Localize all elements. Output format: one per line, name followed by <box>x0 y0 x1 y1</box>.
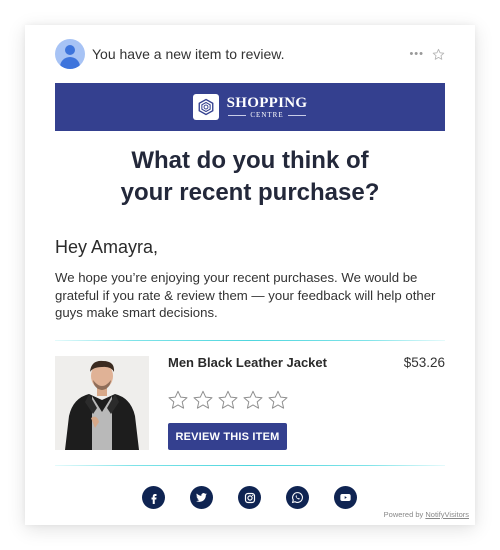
social-links <box>142 486 357 509</box>
star-outline-icon[interactable] <box>432 48 445 61</box>
avatar-person-icon <box>65 45 75 55</box>
avatar-person-body <box>60 57 80 69</box>
brand-rule-left <box>228 114 247 116</box>
rating-star-1-icon[interactable] <box>167 389 189 411</box>
product-image[interactable] <box>55 356 149 450</box>
brand-subtitle-row: CENTRE <box>227 111 308 120</box>
product-name: Men Black Leather Jacket <box>168 355 327 370</box>
hexagon-logo-icon <box>192 94 219 120</box>
rating-star-5-icon[interactable] <box>267 389 289 411</box>
divider-bottom <box>55 465 445 466</box>
product-price: $53.26 <box>403 355 445 370</box>
divider-top <box>55 340 445 341</box>
powered-prefix: Powered by <box>383 510 426 519</box>
review-item-button[interactable]: REVIEW THIS ITEM <box>168 423 287 450</box>
brand-subtitle: CENTRE <box>250 110 284 119</box>
instagram-icon[interactable] <box>238 486 261 509</box>
email-header: You have a new item to review. ••• <box>55 39 445 69</box>
facebook-icon[interactable] <box>142 486 165 509</box>
more-dots-icon[interactable]: ••• <box>409 48 424 60</box>
rating-star-2-icon[interactable] <box>192 389 214 411</box>
sender-avatar <box>55 39 85 69</box>
email-subject: You have a new item to review. <box>92 46 285 62</box>
powered-by: Powered by NotifyVisitors <box>384 510 469 519</box>
title-line-1: What do you think of <box>131 147 369 174</box>
rating-star-4-icon[interactable] <box>242 389 264 411</box>
rating-stars <box>167 389 289 411</box>
brand-banner: SHOPPING CENTRE <box>55 83 445 131</box>
header-actions: ••• <box>409 48 445 61</box>
body-paragraph: We hope you’re enjoying your recent purc… <box>55 270 436 320</box>
greeting: Hey Amayra, <box>55 237 159 257</box>
whatsapp-icon[interactable] <box>286 486 309 509</box>
brand-rule-right <box>287 114 306 116</box>
brand-name: SHOPPING <box>226 94 308 111</box>
brand-logo-text: SHOPPING CENTRE <box>227 95 308 120</box>
twitter-icon[interactable] <box>190 486 213 509</box>
powered-brand-link[interactable]: NotifyVisitors <box>425 510 469 519</box>
title-line-2: your recent purchase? <box>120 179 380 206</box>
rating-star-3-icon[interactable] <box>217 389 239 411</box>
page-title: What do you think of your recent purchas… <box>55 145 445 209</box>
youtube-icon[interactable] <box>334 486 357 509</box>
email-card: You have a new item to review. ••• SHOPP… <box>25 25 475 525</box>
